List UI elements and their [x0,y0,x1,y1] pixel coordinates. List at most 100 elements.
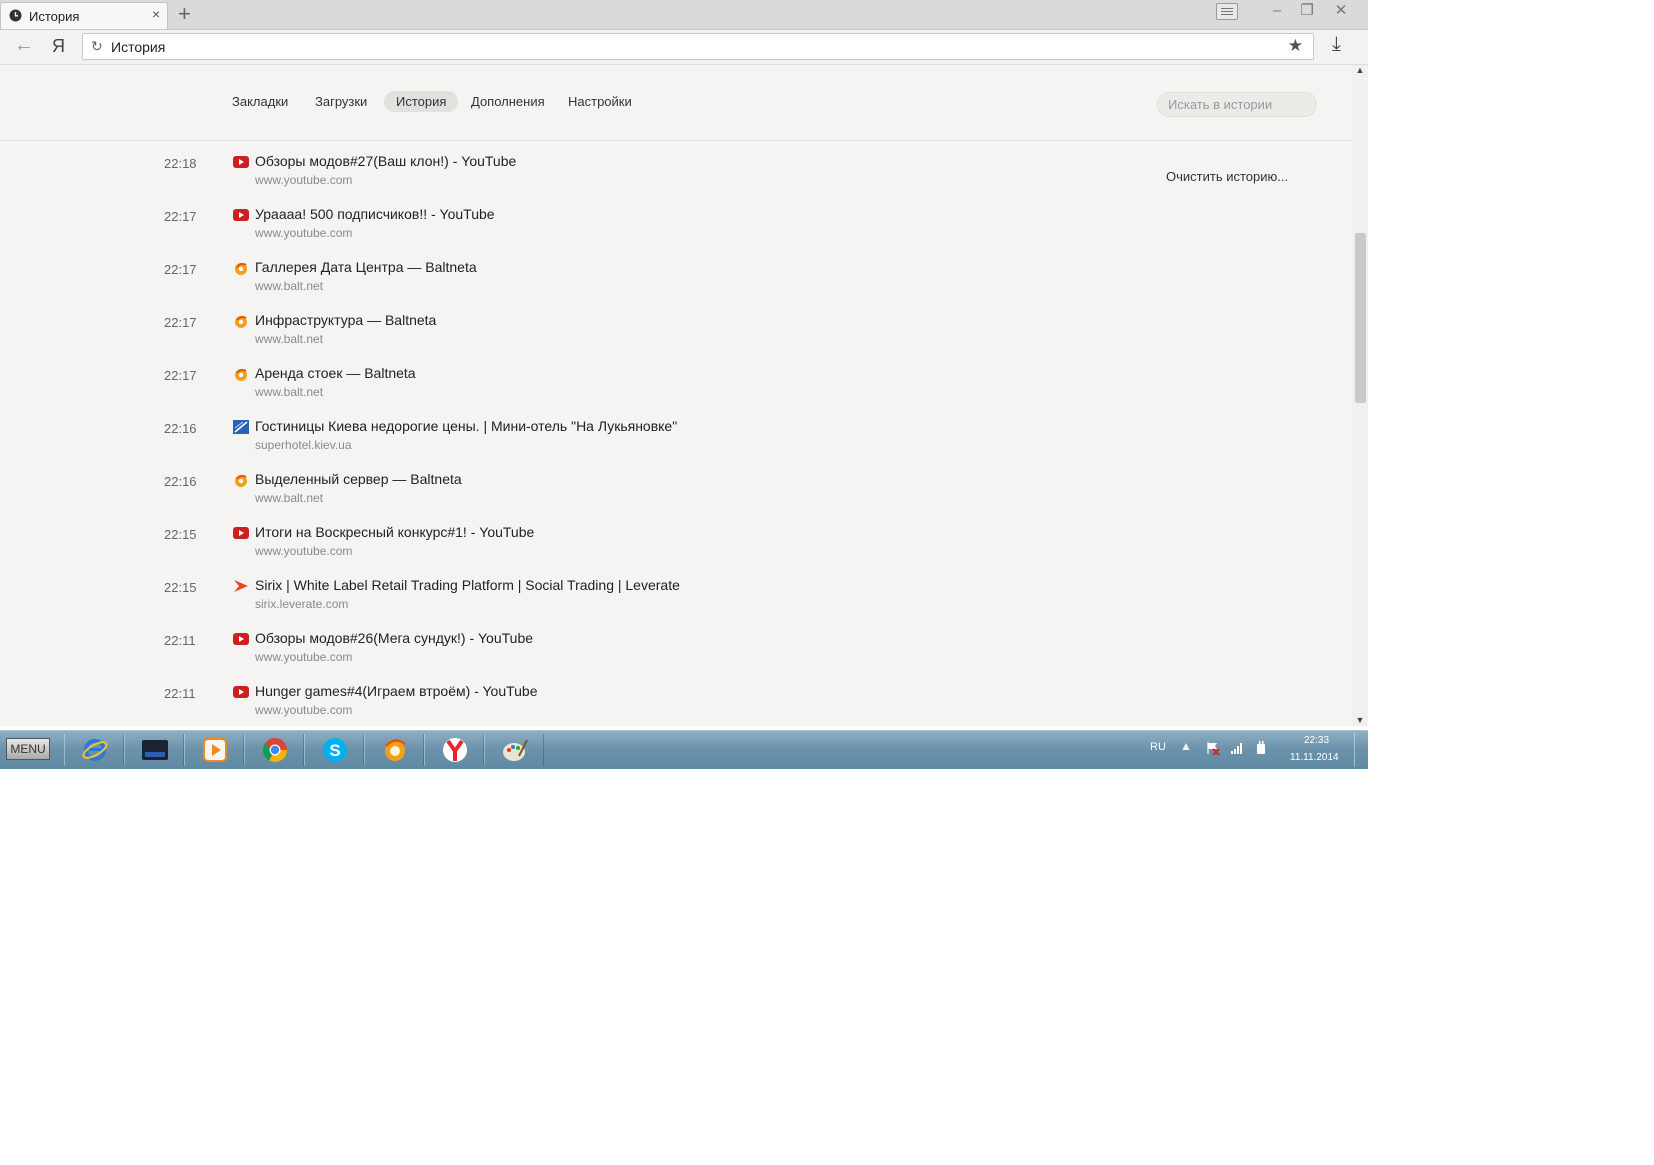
browser-window: История × + – ❐ ✕ ← Я ↻ ★ ⤓ Закладки Заг… [0,0,1368,726]
minimize-button[interactable]: – [1262,0,1292,24]
superhotel-icon [233,420,249,434]
tab-history[interactable]: История × [0,2,168,29]
new-tab-button[interactable]: + [178,1,191,27]
internet-explorer-icon [82,739,108,761]
history-time: 22:16 [164,474,197,489]
history-search-input[interactable] [1157,92,1317,117]
reload-icon[interactable]: ↻ [91,38,103,55]
history-time: 22:17 [164,262,197,277]
history-time: 22:15 [164,527,197,542]
history-item[interactable]: 22:15 Итоги на Воскресный конкурс#1! - Y… [0,514,1100,566]
history-url: www.youtube.com [255,173,353,187]
youtube-icon [233,633,249,645]
tray-expand-icon[interactable]: ▲ [1180,739,1192,753]
nav-settings[interactable]: Настройки [556,91,644,112]
youtube-icon [233,156,249,168]
nav-history[interactable]: История [384,91,459,112]
nav-bookmarks[interactable]: Закладки [220,91,300,112]
downloads-icon[interactable]: ⤓ [1332,33,1341,56]
baltneta-icon [235,315,247,328]
history-item[interactable]: 22:17 Аренда стоек — Baltneta www.balt.n… [0,355,1100,407]
history-time: 22:15 [164,580,197,595]
history-title[interactable]: Выделенный сервер — Baltneta [255,471,462,487]
youtube-icon [233,527,249,539]
taskbar-app-media-center[interactable] [124,734,184,766]
taskbar-app-paint[interactable] [484,734,544,766]
leverate-icon [234,580,248,592]
history-url: www.balt.net [255,332,324,346]
taskbar-app-chrome[interactable] [244,734,304,766]
history-item[interactable]: 22:18 Обзоры модов#27(Ваш клон!) - YouTu… [0,143,1100,195]
media-center-icon [142,740,168,760]
taskbar-app-skype[interactable]: S [304,734,364,766]
history-time: 22:16 [164,421,197,436]
tab-title: История [29,9,80,24]
bookmark-star-icon[interactable]: ★ [1288,36,1303,56]
paint-icon [503,739,528,761]
yandex-button[interactable]: Я [52,36,65,57]
page-navigation: Закладки Загрузки История Дополнения Нас… [0,65,1352,141]
history-title[interactable]: Гостиницы Киева недорогие цены. | Мини-о… [255,418,677,434]
history-url: www.youtube.com [255,650,353,664]
restore-button[interactable]: ❐ [1292,0,1322,24]
baltneta-icon [235,368,247,381]
skype-icon: S [323,738,347,762]
history-item[interactable]: 22:17 Инфраструктура — Baltneta www.balt… [0,302,1100,354]
vertical-scrollbar[interactable]: ▲ ▼ [1352,65,1368,726]
clock-date[interactable]: 11.11.2014 [1290,752,1339,763]
clock-icon [9,9,22,22]
history-url: www.balt.net [255,279,324,293]
network-signal-icon[interactable] [1230,741,1244,755]
action-center-flag-icon[interactable] [1206,741,1220,755]
history-title[interactable]: Галлерея Дата Центра — Baltneta [255,259,477,275]
chrome-icon [262,738,287,763]
history-time: 22:18 [164,156,197,171]
history-url: sirix.leverate.com [255,597,349,611]
history-item[interactable]: 22:11 Обзоры модов#26(Мега сундук!) - Yo… [0,620,1100,672]
taskbar-app-video-player[interactable] [184,734,244,766]
history-title[interactable]: Аренда стоек — Baltneta [255,365,416,381]
taskbar-app-internet-explorer[interactable] [64,734,124,766]
nav-downloads[interactable]: Загрузки [303,91,379,112]
scroll-thumb[interactable] [1355,233,1366,403]
history-item[interactable]: 22:15 Sirix | White Label Retail Trading… [0,567,1100,619]
history-title[interactable]: Обзоры модов#27(Ваш клон!) - YouTube [255,153,516,169]
history-title[interactable]: Hunger games#4(Играем втроём) - YouTube [255,683,538,699]
history-item[interactable]: 22:16 Выделенный сервер — Baltneta www.b… [0,461,1100,513]
history-url: www.youtube.com [255,226,353,240]
history-item[interactable]: 22:17 Ураааа! 500 подписчиков!! - YouTub… [0,196,1100,248]
start-menu-button[interactable]: MENU [6,738,50,760]
youtube-icon [233,209,249,221]
taskbar-app-paw-browser[interactable] [364,734,424,766]
close-window-button[interactable]: ✕ [1326,0,1356,24]
taskbar-app-yandex-browser[interactable] [424,734,484,766]
show-desktop-button[interactable] [1354,733,1367,767]
history-time: 22:17 [164,315,197,330]
history-time: 22:17 [164,209,197,224]
clear-history-link[interactable]: Очистить историю... [1166,169,1288,184]
history-item[interactable]: 22:11 Hunger games#4(Играем втроём) - Yo… [0,673,1100,725]
history-url: www.youtube.com [255,703,353,717]
nav-extensions[interactable]: Дополнения [459,91,557,112]
tab-close-icon[interactable]: × [152,6,160,22]
history-title[interactable]: Инфраструктура — Baltneta [255,312,436,328]
history-title[interactable]: Ураааа! 500 подписчиков!! - YouTube [255,206,495,222]
address-bar[interactable]: ↻ ★ [82,33,1314,60]
scroll-down-arrow-icon[interactable]: ▼ [1352,715,1368,726]
history-title[interactable]: Итоги на Воскресный конкурс#1! - YouTube [255,524,534,540]
history-title[interactable]: Sirix | White Label Retail Trading Platf… [255,577,680,593]
paw-browser-icon [385,739,406,761]
history-title[interactable]: Обзоры модов#26(Мега сундук!) - YouTube [255,630,533,646]
scroll-up-arrow-icon[interactable]: ▲ [1352,65,1368,79]
power-plug-icon[interactable] [1254,741,1268,755]
language-indicator[interactable]: RU [1150,741,1166,753]
yandex-browser-icon [443,738,467,762]
address-input[interactable] [111,39,1261,55]
baltneta-icon [235,474,247,487]
back-button[interactable]: ← [14,34,34,57]
history-item[interactable]: 22:17 Галлерея Дата Центра — Baltneta ww… [0,249,1100,301]
clock-time[interactable]: 22:33 [1304,735,1329,746]
history-item[interactable]: 22:16 Гостиницы Киева недорогие цены. | … [0,408,1100,460]
baltneta-icon [235,262,247,275]
tab-list-button[interactable] [1216,3,1238,20]
